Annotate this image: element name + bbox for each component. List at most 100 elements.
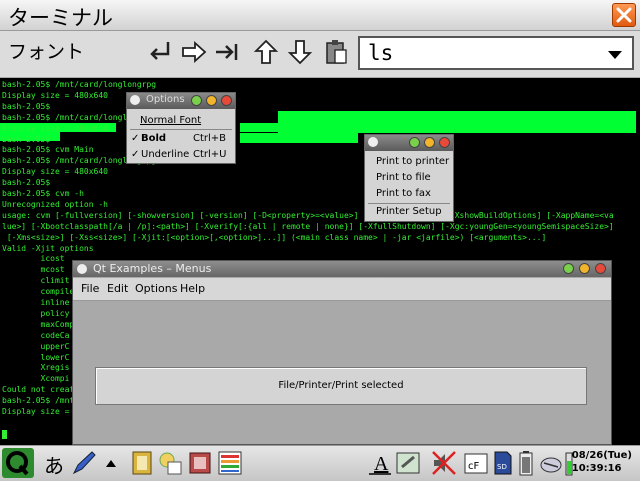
terminal-line: mcost bbox=[2, 265, 65, 275]
input-method-indicator[interactable]: あ bbox=[44, 450, 64, 479]
terminal-line: compile bbox=[2, 287, 75, 297]
sd-card-icon[interactable]: SD bbox=[492, 449, 514, 477]
menu-help[interactable]: Help bbox=[180, 282, 205, 295]
clock-date: 08/26(Tue) bbox=[571, 450, 632, 461]
menu-item-print-to-file[interactable]: Print to file bbox=[376, 172, 431, 183]
menu-edit[interactable]: Edit bbox=[107, 282, 128, 295]
terminal-line: maxComp bbox=[2, 319, 75, 329]
svg-text:SD: SD bbox=[497, 463, 507, 471]
menu-item-bold-shortcut: Ctrl+B bbox=[193, 133, 227, 144]
text-input-icon[interactable]: A bbox=[366, 449, 394, 477]
terminal-line: inline bbox=[2, 298, 70, 307]
terminal-line: Valid -Xjit options bbox=[2, 243, 94, 253]
image-viewer-icon[interactable] bbox=[156, 449, 184, 477]
cf-card-icon[interactable]: cF bbox=[462, 449, 490, 477]
menu-item-normal-font[interactable]: Normal Font bbox=[140, 115, 201, 126]
terminal-line: codeCa bbox=[2, 330, 70, 340]
checkmark-icon: ✓ bbox=[131, 133, 140, 144]
terminal-line: lue>] [-Xbootclasspath[/a | /p]:<path>] … bbox=[2, 221, 614, 231]
checkmark-icon: ✓ bbox=[131, 149, 140, 160]
terminal-line: Xcompi bbox=[2, 374, 70, 384]
terminal-line: Display size = 480x640 bbox=[2, 123, 108, 133]
terminal-line: Xregis bbox=[2, 363, 70, 373]
q-menu-icon[interactable] bbox=[2, 448, 34, 478]
maximize-icon[interactable] bbox=[579, 263, 590, 274]
qt-window-title: Qt Examples – Menus bbox=[93, 262, 212, 275]
close-icon[interactable] bbox=[221, 95, 232, 106]
minimize-icon[interactable] bbox=[191, 95, 202, 106]
selection-highlight bbox=[278, 111, 636, 133]
terminal-line: bash-2.05$ cvm -h bbox=[2, 189, 84, 198]
status-panel: File/Printer/Print selected bbox=[95, 367, 587, 405]
window-icon bbox=[130, 95, 140, 105]
paste-clipboard-icon[interactable] bbox=[322, 38, 350, 66]
svg-text:A: A bbox=[374, 453, 389, 475]
options-popup: Options Normal Font ✓ Bold Ctrl+B ✓ Unde… bbox=[126, 92, 236, 164]
command-combo-box[interactable]: ls bbox=[358, 36, 634, 70]
terminal-line: bash-2.05$ bbox=[2, 101, 51, 111]
menu-options[interactable]: Options bbox=[135, 282, 177, 295]
selection-highlight bbox=[240, 133, 358, 143]
chevron-down-icon[interactable] bbox=[608, 51, 622, 59]
close-window-button[interactable] bbox=[612, 3, 636, 27]
window-icon bbox=[368, 137, 378, 147]
options-popup-title: Options bbox=[146, 94, 185, 105]
terminal-line: Could not create bbox=[2, 385, 80, 395]
triangle-up-icon[interactable] bbox=[104, 449, 118, 477]
status-text: File/Printer/Print selected bbox=[278, 380, 404, 391]
spreadsheet-icon[interactable] bbox=[216, 449, 244, 477]
terminal-toolbar: フォント ls bbox=[0, 31, 640, 78]
address-book-icon[interactable] bbox=[186, 449, 214, 477]
print-popup-titlebar bbox=[365, 135, 453, 151]
terminal-line: usage: cvm [-fullversion] [-showversion]… bbox=[2, 210, 614, 220]
menu-item-print-to-fax[interactable]: Print to fax bbox=[376, 188, 431, 199]
terminal-line: lowerC bbox=[2, 352, 70, 362]
clock[interactable]: 08/26(Tue) 10:39:16 bbox=[572, 449, 632, 475]
terminal-line: bash-2.05$ bbox=[2, 134, 51, 144]
notebook-icon[interactable] bbox=[128, 449, 156, 477]
arrow-down-icon[interactable] bbox=[286, 38, 314, 66]
terminal-line: bash-2.05$ /mnt bbox=[2, 396, 75, 406]
menu-item-printer-setup[interactable]: Printer Setup bbox=[376, 206, 442, 217]
window-title: ターミナル bbox=[8, 6, 113, 30]
command-value: ls bbox=[368, 41, 394, 65]
font-menu[interactable]: フォント bbox=[8, 37, 84, 64]
terminal-line: Display size = 480x640 bbox=[2, 167, 108, 177]
arrow-up-icon[interactable] bbox=[252, 38, 280, 66]
maximize-icon[interactable] bbox=[424, 137, 435, 148]
terminal-line: [-Xms<size>] [-Xss<size>] [-Xjit:[<optio… bbox=[2, 232, 547, 242]
menu-item-bold[interactable]: Bold bbox=[141, 133, 166, 144]
svg-text:cF: cF bbox=[468, 461, 479, 472]
terminal-line: bash-2.05$ cvm Main bbox=[2, 145, 94, 155]
minimize-icon[interactable] bbox=[409, 137, 420, 148]
options-popup-titlebar: Options bbox=[127, 93, 235, 109]
menu-item-underline-shortcut: Ctrl+U bbox=[193, 149, 227, 160]
menu-separator bbox=[130, 129, 232, 130]
qt-menus-window: Qt Examples – Menus File Edit Options He… bbox=[72, 260, 612, 445]
terminal-line: climit bbox=[2, 276, 70, 286]
close-icon bbox=[616, 7, 632, 23]
minimize-icon[interactable] bbox=[563, 263, 574, 274]
network-icon[interactable] bbox=[538, 449, 564, 477]
taskbar: あ A cF SD 08/26(Tue) 10:39:16 bbox=[0, 445, 640, 481]
qt-window-titlebar: Qt Examples – Menus bbox=[73, 261, 611, 277]
tab-key-icon[interactable] bbox=[214, 38, 242, 66]
window-icon bbox=[77, 264, 87, 274]
arrow-right-icon[interactable] bbox=[180, 38, 208, 66]
clipboard-app-icon[interactable] bbox=[394, 449, 422, 477]
close-icon[interactable] bbox=[439, 137, 450, 148]
menu-file[interactable]: File bbox=[81, 282, 99, 295]
battery-icon bbox=[519, 451, 533, 476]
enter-key-icon[interactable] bbox=[146, 38, 174, 66]
window-titlebar: ターミナル bbox=[0, 0, 640, 31]
pen-icon[interactable] bbox=[70, 449, 98, 477]
terminal-line: Display size = bbox=[2, 407, 70, 416]
menu-separator bbox=[368, 203, 450, 204]
close-icon[interactable] bbox=[595, 263, 606, 274]
menu-item-underline[interactable]: Underline bbox=[141, 149, 189, 160]
menu-item-print-to-printer[interactable]: Print to printer bbox=[376, 156, 449, 167]
mute-speaker-icon[interactable] bbox=[430, 449, 458, 477]
maximize-icon[interactable] bbox=[206, 95, 217, 106]
terminal-line: policy bbox=[2, 308, 70, 318]
terminal-cursor bbox=[2, 430, 7, 439]
